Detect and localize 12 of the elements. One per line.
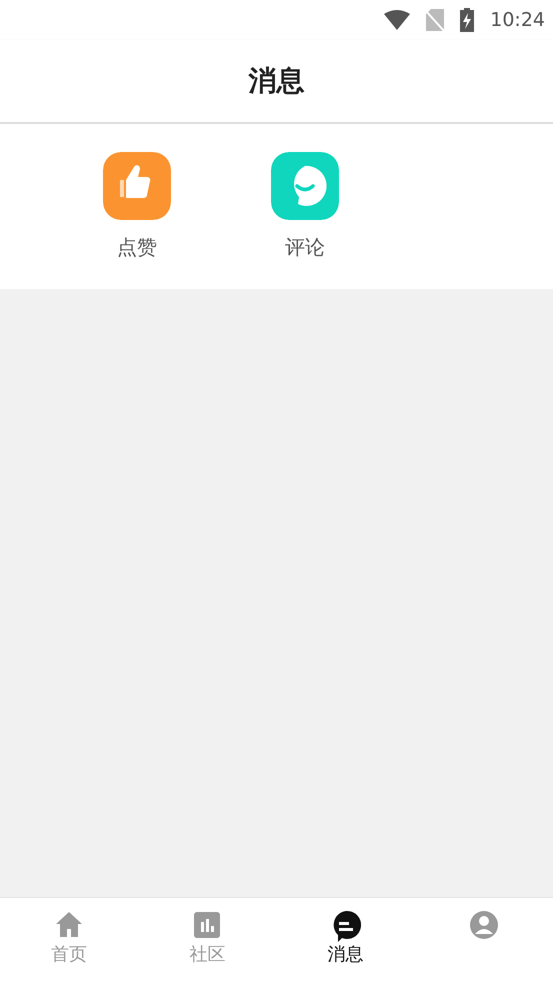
no-sim-icon: [426, 9, 444, 31]
chat-icon: [330, 910, 361, 942]
wifi-icon: [384, 10, 410, 30]
likes-button[interactable]: 点赞: [103, 152, 171, 262]
thumbs-up-icon: [103, 152, 171, 220]
chat-bubble-icon: [271, 152, 339, 220]
comments-button[interactable]: 评论: [271, 152, 339, 262]
user-avatar-icon: [468, 910, 499, 942]
clock-time: 10:24: [490, 8, 545, 33]
battery-charging-icon: [460, 8, 474, 32]
tab-bar-item[interactable]: 消息: [276, 898, 415, 983]
page-title: 消息: [248, 64, 304, 98]
